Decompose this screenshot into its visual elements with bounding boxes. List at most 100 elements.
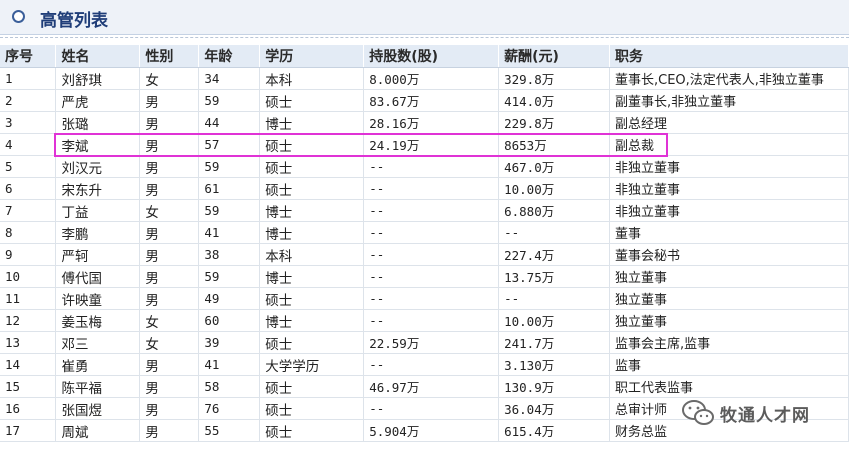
cell-education: 本科 <box>259 67 365 90</box>
cell-salary: 229.8万 <box>498 111 610 134</box>
col-header-gender[interactable]: 性别 <box>139 45 200 68</box>
cell-gender: 男 <box>139 375 200 398</box>
cell-gender: 男 <box>139 177 200 200</box>
table-row: 10 傅代国男 59 博士 -- 13.75万 独立董事 <box>0 265 849 288</box>
cell-salary: 10.00万 <box>498 177 610 200</box>
cell-shares: 24.19万 <box>363 133 500 156</box>
col-header-shares[interactable]: 持股数(股) <box>363 45 500 68</box>
cell-position: 职工代表监事 <box>609 375 849 398</box>
cell-name: 严轲 <box>55 243 141 266</box>
table-row: 4 李斌男 57 硕士 24.19万 8653万 副总裁 <box>0 133 849 156</box>
cell-name: 严虎 <box>55 89 141 112</box>
cell-position: 监事 <box>609 353 849 376</box>
cell-name: 傅代国 <box>55 265 141 288</box>
cell-age: 57 <box>198 133 261 156</box>
cell-position: 独立董事 <box>609 287 849 310</box>
cell-education: 硕士 <box>259 419 365 442</box>
table-row: 13 邓三女 39 硕士 22.59万 241.7万 监事会主席,监事 <box>0 331 849 354</box>
cell-name: 李斌 <box>55 133 141 156</box>
col-header-position[interactable]: 职务 <box>609 45 849 68</box>
cell-gender: 女 <box>139 67 200 90</box>
cell-salary: 329.8万 <box>498 67 610 90</box>
cell-index: 13 <box>0 331 57 354</box>
cell-position: 副董事长,非独立董事 <box>609 89 849 112</box>
cell-name: 李鹏 <box>55 221 141 244</box>
table-header-row: 序号 姓名 性别 年龄 学历 持股数(股) 薪酬(元) 职务 <box>0 45 849 68</box>
cell-shares: 83.67万 <box>363 89 500 112</box>
cell-age: 59 <box>198 155 261 178</box>
cell-age: 34 <box>198 67 261 90</box>
cell-education: 博士 <box>259 111 365 134</box>
cell-age: 59 <box>198 89 261 112</box>
cell-salary: 467.0万 <box>498 155 610 178</box>
cell-salary: -- <box>498 221 610 244</box>
cell-shares: -- <box>363 199 500 222</box>
cell-age: 41 <box>198 353 261 376</box>
col-header-education[interactable]: 学历 <box>259 45 365 68</box>
cell-position: 副总经理 <box>609 111 849 134</box>
cell-shares: -- <box>363 155 500 178</box>
cell-education: 硕士 <box>259 397 365 420</box>
col-header-index[interactable]: 序号 <box>0 45 57 68</box>
cell-index: 1 <box>0 67 57 90</box>
cell-name: 周斌 <box>55 419 141 442</box>
cell-index: 2 <box>0 89 57 112</box>
cell-name: 陈平福 <box>55 375 141 398</box>
cell-gender: 男 <box>139 265 200 288</box>
cell-education: 硕士 <box>259 287 365 310</box>
cell-name: 张国煜 <box>55 397 141 420</box>
cell-position: 独立董事 <box>609 265 849 288</box>
table-row: 6 宋东升男 61 硕士 -- 10.00万 非独立董事 <box>0 177 849 200</box>
cell-gender: 男 <box>139 287 200 310</box>
cell-position: 董事长,CEO,法定代表人,非独立董事 <box>609 67 849 90</box>
cell-index: 9 <box>0 243 57 266</box>
col-header-age[interactable]: 年龄 <box>198 45 261 68</box>
cell-shares: 8.000万 <box>363 67 500 90</box>
cell-education: 大学学历 <box>259 353 365 376</box>
table-row: 15 陈平福男 58 硕士 46.97万 130.9万 职工代表监事 <box>0 375 849 398</box>
cell-shares: 28.16万 <box>363 111 500 134</box>
cell-salary: 36.04万 <box>498 397 610 420</box>
col-header-salary[interactable]: 薪酬(元) <box>498 45 610 68</box>
cell-age: 61 <box>198 177 261 200</box>
section-header: 高管列表 <box>0 0 849 35</box>
table-row: 1 刘舒琪女 34 本科 8.000万 329.8万 董事长,CEO,法定代表人,非独立董事 <box>0 67 849 90</box>
col-header-name[interactable]: 姓名 <box>55 45 141 68</box>
cell-education: 硕士 <box>259 133 365 156</box>
cell-shares: -- <box>363 177 500 200</box>
cell-education: 博士 <box>259 199 365 222</box>
cell-age: 59 <box>198 265 261 288</box>
cell-salary: 227.4万 <box>498 243 610 266</box>
cell-position: 副总裁 <box>609 133 849 156</box>
circle-bullet-icon <box>12 10 25 23</box>
cell-salary: 10.00万 <box>498 309 610 332</box>
watermark-text: 牧通人才网 <box>720 405 810 426</box>
cell-position: 监事会主席,监事 <box>609 331 849 354</box>
dashed-divider <box>0 37 849 38</box>
cell-shares: -- <box>363 265 500 288</box>
cell-education: 博士 <box>259 221 365 244</box>
cell-index: 6 <box>0 177 57 200</box>
cell-index: 11 <box>0 287 57 310</box>
cell-index: 4 <box>0 133 57 156</box>
cell-education: 博士 <box>259 265 365 288</box>
cell-education: 博士 <box>259 309 365 332</box>
cell-name: 刘舒琪 <box>55 67 141 90</box>
cell-education: 本科 <box>259 243 365 266</box>
table-row: 8 李鹏男 41 博士 -- -- 董事 <box>0 221 849 244</box>
cell-index: 5 <box>0 155 57 178</box>
cell-gender: 男 <box>139 353 200 376</box>
section-title: 高管列表 <box>40 11 108 31</box>
table-row: 5 刘汉元男 59 硕士 -- 467.0万 非独立董事 <box>0 155 849 178</box>
cell-index: 10 <box>0 265 57 288</box>
cell-gender: 男 <box>139 89 200 112</box>
cell-index: 16 <box>0 397 57 420</box>
cell-position: 董事 <box>609 221 849 244</box>
cell-shares: -- <box>363 397 500 420</box>
cell-age: 58 <box>198 375 261 398</box>
cell-gender: 男 <box>139 133 200 156</box>
cell-education: 硕士 <box>259 177 365 200</box>
cell-age: 44 <box>198 111 261 134</box>
cell-name: 宋东升 <box>55 177 141 200</box>
table-body: 1 刘舒琪女 34 本科 8.000万 329.8万 董事长,CEO,法定代表人,非独立董事… <box>0 67 849 442</box>
